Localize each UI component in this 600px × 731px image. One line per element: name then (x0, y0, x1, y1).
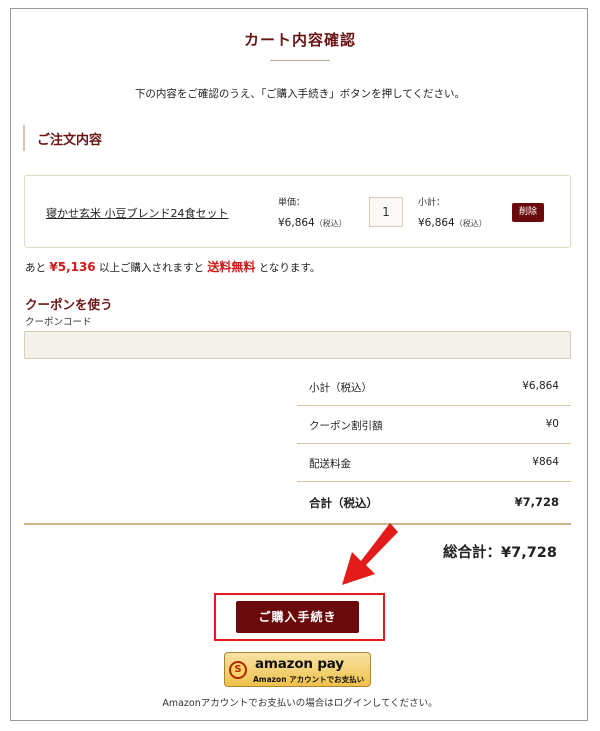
notice-amount: ¥5,136 (49, 260, 96, 274)
notice-middle: 以上ご購入されますと (99, 262, 204, 274)
page-lead-text: 下の内容をご確認のうえ、「ご購入手続き」ボタンを押してください。 (134, 88, 466, 100)
summary-label: 配送料金 (309, 458, 351, 470)
unit-price-label: 単価： (278, 198, 306, 208)
order-section-title: ご注文内容 (37, 133, 103, 148)
grand-total: 総合計：¥7,728 (443, 545, 557, 561)
summary-row-total: 合計（税込） ¥7,728 (297, 483, 571, 521)
unit-price: ¥6,864（税込） (278, 211, 347, 230)
unit-price-tax-note: （税込） (314, 219, 347, 228)
summary-row-shipping: 配送料金 ¥864 (297, 444, 571, 482)
annotation-arrow-icon (342, 523, 398, 585)
title-underline (270, 60, 330, 61)
item-subtotal: ¥6,864（税込） (418, 211, 487, 230)
notice-free-shipping: 送料無料 (207, 260, 256, 274)
amazon-pay-logo: amazon pay (255, 656, 344, 672)
amazon-pay-subtext: Amazon アカウントでお支払い (253, 675, 365, 684)
amazon-pay-button[interactable]: S amazon pay Amazon アカウントでお支払い (224, 652, 371, 687)
amazon-login-note: Amazonアカウントでお支払いの場合はログインしてください。 (162, 698, 438, 709)
product-name-link[interactable]: 寝かせ玄米 小豆ブレンド24食セット (46, 205, 229, 221)
summary-value: ¥7,728 (514, 495, 559, 509)
item-subtotal-tax-note: （税込） (454, 219, 487, 228)
page-title: カート内容確認 (243, 31, 356, 49)
summary-label: 合計（税込） (309, 496, 378, 510)
summary-value: ¥0 (545, 418, 559, 430)
coupon-code-label: クーポンコード (25, 317, 92, 328)
summary-value: ¥864 (532, 456, 559, 468)
unit-price-value: ¥6,864 (278, 217, 315, 229)
quantity-input[interactable]: 1 (369, 197, 403, 227)
amazon-s-badge-icon: S (229, 661, 247, 679)
coupon-section-title: クーポンを使う (25, 297, 113, 312)
summary-label: 小計（税込） (309, 382, 372, 394)
subtotal-label: 小計： (418, 198, 446, 208)
delete-item-button[interactable]: 削除 (512, 203, 544, 222)
cart-page: カート内容確認 下の内容をご確認のうえ、「ご購入手続き」ボタンを押してください。… (10, 8, 588, 721)
summary-label: クーポン割引額 (309, 420, 383, 432)
summary-value: ¥6,864 (522, 380, 559, 392)
item-subtotal-value: ¥6,864 (418, 217, 455, 229)
section-accent-bar (23, 125, 25, 151)
free-shipping-notice: あと ¥5,136 以上ご購入されますと 送料無料 となります。 (25, 258, 320, 275)
summary-row-subtotal: 小計（税込） ¥6,864 (297, 368, 571, 406)
summary-row-coupon: クーポン割引額 ¥0 (297, 406, 571, 444)
notice-prefix: あと (25, 262, 46, 274)
notice-suffix: となります。 (258, 262, 321, 274)
coupon-code-input[interactable] (24, 331, 571, 359)
summary-divider (24, 523, 571, 525)
checkout-button[interactable]: ご購入手続き (236, 601, 359, 633)
